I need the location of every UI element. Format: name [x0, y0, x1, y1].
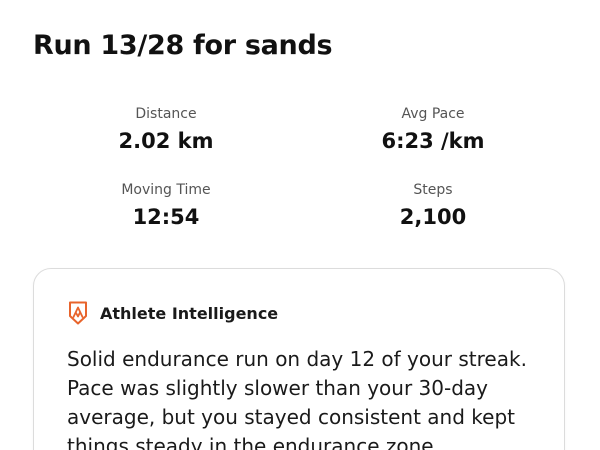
stat-steps-value: 2,100 — [399, 205, 467, 229]
athlete-intelligence-icon — [67, 301, 89, 325]
stat-avg-pace-value: 6:23 /km — [381, 129, 485, 153]
activity-detail-page: Run 13/28 for sands Distance 2.02 km Avg… — [0, 0, 600, 450]
stat-steps-label: Steps — [413, 182, 453, 198]
athlete-intelligence-title: Athlete Intelligence — [100, 303, 279, 323]
athlete-intelligence-summary: Solid endurance run on day 12 of your st… — [67, 347, 527, 450]
stat-avg-pace: Avg Pace 6:23 /km — [333, 105, 533, 154]
stat-avg-pace-label: Avg Pace — [401, 106, 465, 122]
activity-title: Run 13/28 for sands — [33, 30, 333, 61]
stat-distance-label: Distance — [135, 106, 197, 122]
stat-distance-value: 2.02 km — [118, 129, 214, 153]
stat-moving-time-value: 12:54 — [132, 205, 200, 229]
athlete-intelligence-header: Athlete Intelligence — [67, 301, 278, 325]
stat-steps: Steps 2,100 — [333, 181, 533, 230]
athlete-intelligence-card[interactable]: Athlete Intelligence Solid endurance run… — [33, 268, 565, 450]
stat-moving-time: Moving Time 12:54 — [66, 181, 266, 230]
stat-distance: Distance 2.02 km — [66, 105, 266, 154]
stat-moving-time-label: Moving Time — [121, 182, 211, 198]
